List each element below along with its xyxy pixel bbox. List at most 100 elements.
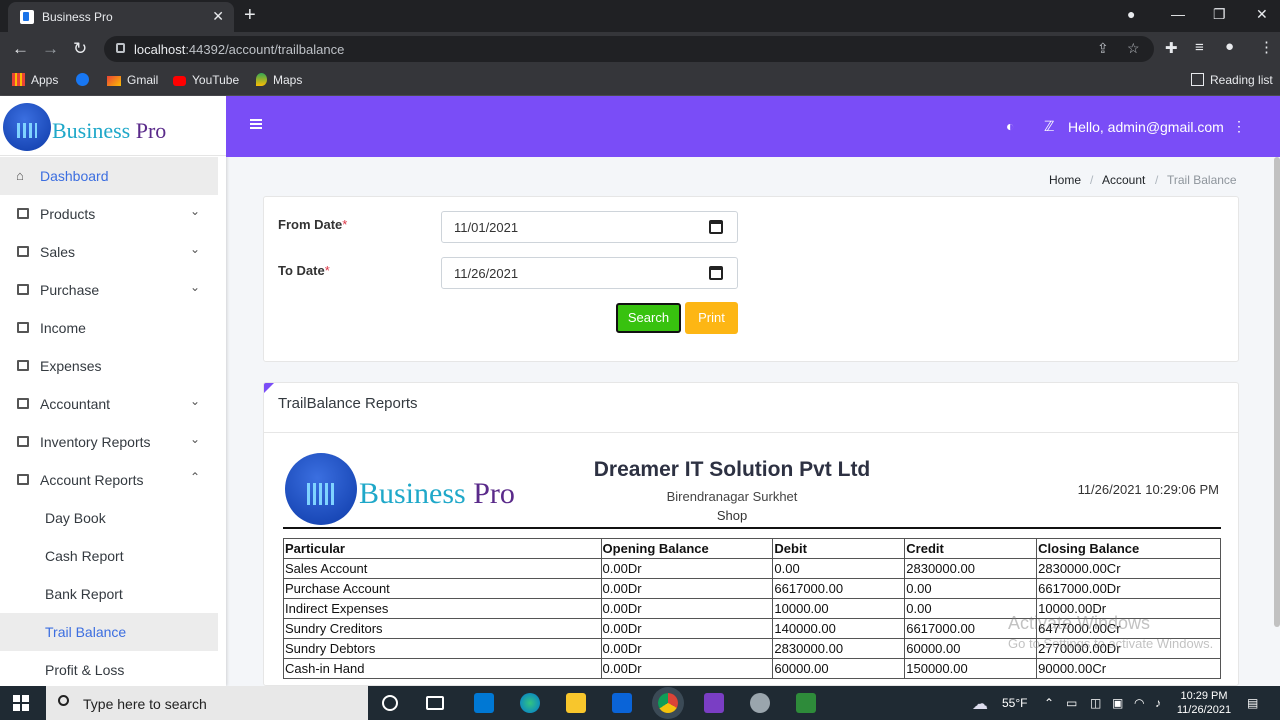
media-icon[interactable]: ≡ xyxy=(1195,39,1204,56)
book-icon xyxy=(17,398,29,409)
bookmark-gmail[interactable]: Gmail xyxy=(107,73,158,87)
tab-search-icon[interactable]: ● xyxy=(1127,6,1135,22)
system-clock[interactable]: 10:29 PM 11/26/2021 xyxy=(1174,689,1234,717)
taskbar-search-input[interactable]: Type here to search xyxy=(46,686,368,720)
bookmark-maps[interactable]: Maps xyxy=(256,73,302,87)
minimize-icon[interactable]: — xyxy=(1171,6,1185,22)
brand-logo[interactable]: Business Pro xyxy=(0,96,226,156)
briefcase-icon xyxy=(17,360,29,371)
chevron-down-icon: ⌄ xyxy=(189,432,200,446)
divider xyxy=(264,432,1238,433)
sidebar-item-cash-report[interactable]: Cash Report xyxy=(0,537,218,575)
user-greeting[interactable]: Hello, admin@gmail.com xyxy=(1068,119,1224,135)
new-tab-icon[interactable]: + xyxy=(244,4,256,27)
extensions-icon[interactable]: ✚ xyxy=(1165,39,1178,57)
windows-taskbar: Type here to search ☁ 55°F ⌃ ▭ ◫ ▣ ◠ ♪ 1… xyxy=(0,686,1280,720)
column-header: Particular xyxy=(283,538,602,559)
close-window-icon[interactable]: ✕ xyxy=(1256,6,1268,23)
reading-list-icon xyxy=(1191,73,1204,86)
building-icon xyxy=(17,322,29,333)
from-date-input[interactable]: 11/01/2021 xyxy=(441,211,738,243)
sidebar-item-products[interactable]: Products ⌄ xyxy=(0,195,218,233)
bookmark-star-icon[interactable]: ☆ xyxy=(1127,40,1140,57)
battery-icon[interactable]: ▭ xyxy=(1066,696,1077,710)
table-cell: 140000.00 xyxy=(772,618,906,639)
reading-list-button[interactable]: Reading list xyxy=(1191,73,1273,87)
windows-start-icon[interactable] xyxy=(13,695,29,711)
theme-toggle-icon[interactable]: ◐ xyxy=(1006,118,1014,134)
print-button[interactable]: Print xyxy=(685,302,738,334)
breadcrumb-home[interactable]: Home xyxy=(1049,173,1081,187)
volume-icon[interactable]: ♪ xyxy=(1155,696,1161,710)
display-icon[interactable]: ▣ xyxy=(1112,696,1123,710)
table-cell: 6617000.00 xyxy=(772,578,906,599)
to-date-label: To Date* xyxy=(278,263,330,278)
url-input[interactable]: localhost:44392/account/trailbalance ⇪ ☆ xyxy=(104,36,1154,62)
search-button[interactable]: Search xyxy=(616,303,681,333)
table-cell: 0.00Dr xyxy=(600,658,774,679)
table-cell: 2830000.00 xyxy=(772,638,906,659)
sidebar-item-sales[interactable]: Sales ⌄ xyxy=(0,233,218,271)
show-hidden-icons[interactable]: ⌃ xyxy=(1044,696,1054,710)
notifications-icon[interactable]: ▤ xyxy=(1247,696,1258,710)
task-view-icon[interactable] xyxy=(426,696,444,710)
sidebar-item-income[interactable]: Income xyxy=(0,309,218,347)
sidebar-item-dashboard[interactable]: ⌂ Dashboard xyxy=(0,157,218,195)
language-icon[interactable]: ℤ xyxy=(1044,118,1054,135)
bookmark-youtube[interactable]: YouTube xyxy=(173,73,239,87)
table-cell: 60000.00 xyxy=(772,658,906,679)
bookmark-apps[interactable]: Apps xyxy=(12,73,58,87)
chrome-icon[interactable] xyxy=(658,693,678,713)
table-cell: 90000.00Cr xyxy=(1036,658,1221,679)
facebook-bookmark[interactable] xyxy=(76,73,95,87)
share-icon[interactable]: ⇪ xyxy=(1097,40,1109,57)
forward-icon[interactable]: → xyxy=(42,39,59,59)
table-row: Cash-in Hand 0.00Dr 60000.00 150000.00 90000… xyxy=(283,658,1221,679)
table-header-row: Particular Opening Balance Debit Credit … xyxy=(283,538,1221,559)
filter-card: From Date* 11/01/2021 To Date* 11/26/202… xyxy=(263,196,1239,362)
sidebar-item-day-book[interactable]: Day Book xyxy=(0,499,218,537)
browser-tab-bar: Business Pro ✕ + ● — ❐ ✕ xyxy=(0,0,1280,32)
weather-temperature[interactable]: 55°F xyxy=(1002,696,1027,710)
profile-icon[interactable]: ● xyxy=(1225,38,1234,55)
browser-tab[interactable]: Business Pro ✕ xyxy=(8,2,234,32)
page-scrollbar[interactable] xyxy=(1274,157,1280,627)
calendar-icon[interactable] xyxy=(709,266,723,280)
sidebar-item-accountant[interactable]: Accountant ⌄ xyxy=(0,385,218,423)
table-cell: 0.00Dr xyxy=(600,558,774,579)
reload-icon[interactable]: ↻ xyxy=(73,39,87,59)
laptop-icon xyxy=(17,208,29,219)
calendar-icon[interactable] xyxy=(709,220,723,234)
cortana-icon[interactable] xyxy=(382,695,398,711)
sidebar-item-purchase[interactable]: Purchase ⌄ xyxy=(0,271,218,309)
weather-cloud-icon[interactable]: ☁ xyxy=(972,694,988,714)
activate-windows-watermark: Activate Windows xyxy=(1008,613,1151,633)
file-explorer-icon[interactable] xyxy=(566,693,586,713)
sidebar-item-account-reports[interactable]: Account Reports ⌃ xyxy=(0,461,218,499)
app-icon-2[interactable] xyxy=(796,693,816,713)
breadcrumb-account[interactable]: Account xyxy=(1102,173,1145,187)
store-icon[interactable] xyxy=(474,693,494,713)
sidebar-item-trail-balance[interactable]: Trail Balance xyxy=(0,613,218,651)
app-icon[interactable] xyxy=(750,693,770,713)
menu-icon[interactable]: ⋮ xyxy=(1259,38,1274,56)
edge-icon[interactable] xyxy=(520,693,540,713)
id-card-icon xyxy=(17,436,29,447)
sidebar-item-expenses[interactable]: Expenses xyxy=(0,347,218,385)
wifi-icon[interactable]: ◠ xyxy=(1134,696,1144,710)
sidebar-item-bank-report[interactable]: Bank Report xyxy=(0,575,218,613)
hamburger-menu-icon[interactable] xyxy=(250,119,262,129)
back-icon[interactable]: ← xyxy=(12,39,29,59)
network-icon[interactable]: ◫ xyxy=(1090,696,1101,710)
mail-icon[interactable] xyxy=(612,693,632,713)
sidebar-item-profit-loss[interactable]: Profit & Loss xyxy=(0,651,218,689)
maximize-icon[interactable]: ❐ xyxy=(1213,6,1226,23)
chevron-down-icon: ⌄ xyxy=(189,394,200,408)
printer-icon xyxy=(17,246,29,257)
more-options-icon[interactable]: ⋮ xyxy=(1232,118,1246,135)
sidebar-item-inventory-reports[interactable]: Inventory Reports ⌄ xyxy=(0,423,218,461)
facebook-icon xyxy=(76,73,89,86)
close-tab-icon[interactable]: ✕ xyxy=(212,8,224,25)
visual-studio-icon[interactable] xyxy=(704,693,724,713)
to-date-input[interactable]: 11/26/2021 xyxy=(441,257,738,289)
